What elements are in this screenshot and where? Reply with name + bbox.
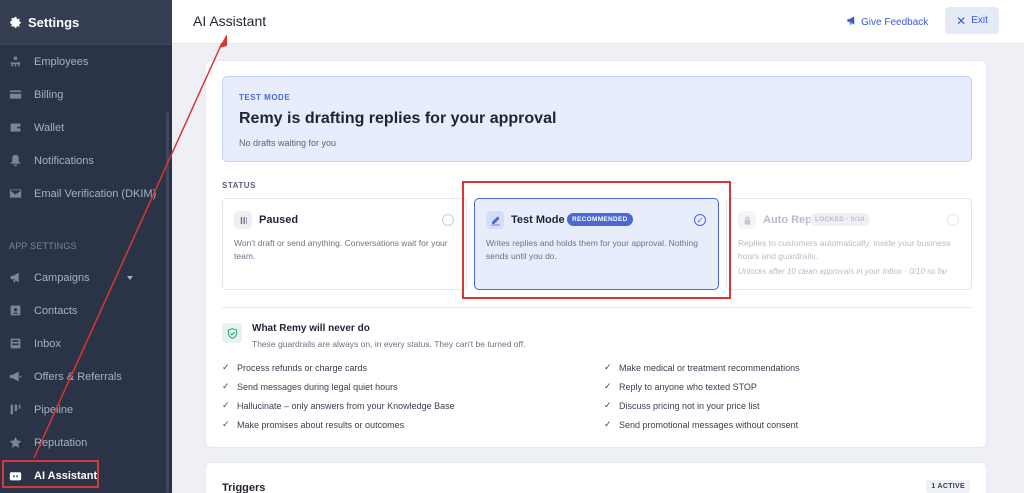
megaphone-icon [846,15,861,29]
close-icon: ✕ [956,13,967,28]
sidebar-header[interactable]: Settings [0,0,172,44]
guardrail-text: Send promotional messages without consen… [619,419,799,430]
triggers-title: Triggers [222,482,266,493]
guardrail-text: Reply to anyone who texted STOP [619,381,757,392]
sidebar-item-label: Notifications [34,154,94,167]
star-icon [8,436,22,450]
banner-headline: Remy is drafting replies for your approv… [239,110,557,127]
chevron-down-icon[interactable] [126,275,133,280]
sidebar-item-label: Employees [34,55,89,68]
sidebar-item-billing[interactable]: Billing [0,78,172,111]
guardrail-text: Discuss pricing not in your price list [619,400,760,411]
active-count-badge: 1 ACTIVE [926,480,970,493]
employees-icon [8,55,22,69]
annotation-highlight-box [2,460,99,488]
sidebar-item-contacts[interactable]: Contacts [0,294,172,327]
sidebar-item-notifications[interactable]: Notifications [0,144,172,177]
guardrails-title: What Remy will never do [252,323,370,334]
banner-subtext: No drafts waiting for you [239,138,337,148]
unlock-note: Unlocks after 10 clean approvals in your… [738,267,947,276]
billing-icon [8,88,22,102]
megaphone-icon [8,271,22,285]
sidebar: Settings Employees Billing Wallet Notifi… [0,0,172,493]
guardrail-item: ✓ Send messages during legal quiet hours [222,381,398,392]
contact-card-icon [8,304,22,318]
triggers-panel: Triggers 1 ACTIVE [205,462,987,493]
sidebar-item-wallet[interactable]: Wallet [0,111,172,144]
guardrails-subtitle: These guardrails are always on, in every… [252,339,526,349]
pause-icon [234,211,252,229]
mail-check-icon [8,187,22,201]
sidebar-item-label: Offers & Referrals [34,370,122,383]
guardrail-item: ✓ Discuss pricing not in your price list [604,400,760,411]
wallet-icon [8,121,22,135]
sidebar-item-label: Wallet [34,121,65,134]
check-icon: ✓ [604,400,612,410]
sidebar-item-label: Campaigns [34,271,90,284]
sidebar-item-reputation[interactable]: Reputation [0,426,172,459]
check-icon: ✓ [604,381,612,391]
status-radio[interactable] [442,214,454,226]
inbox-icon [8,337,22,351]
check-icon: ✓ [222,381,230,391]
exit-button[interactable]: ✕ Exit [945,7,999,34]
check-icon: ✓ [604,419,612,429]
status-card-auto-reply: Auto Reply LOCKED · 0/10 Replies to cust… [726,198,972,290]
section-divider [222,307,972,308]
status-section-label: STATUS [222,181,256,190]
sidebar-item-label: Pipeline [34,403,74,416]
sidebar-item-label: Inbox [34,337,61,350]
status-card-desc: Won't draft or send anything. Conversati… [234,238,448,261]
guardrail-item: ✓ Process refunds or charge cards [222,362,367,373]
sidebar-item-inbox[interactable]: Inbox [0,327,172,360]
locked-badge: LOCKED · 0/10 [810,213,870,226]
status-banner: TEST MODE Remy is drafting replies for y… [222,76,972,162]
sidebar-item-label: Email Verification (DKIM) [34,187,157,200]
guardrail-item: ✓ Send promotional messages without conse… [604,419,798,430]
guardrail-text: Process refunds or charge cards [237,362,368,373]
sidebar-item-campaigns[interactable]: Campaigns [0,261,172,294]
guardrail-item: ✓ Make medical or treatment recommendatio… [604,362,800,373]
check-icon: ✓ [222,419,230,429]
status-card-desc: Replies to customers automatically, insi… [738,238,951,261]
status-radio [947,214,959,226]
guardrail-text: Make promises about results or outcomes [237,419,405,430]
sidebar-item-label: Contacts [34,304,78,317]
sidebar-item-label: Reputation [34,436,88,449]
sidebar-item-employees[interactable]: Employees [0,45,172,78]
check-icon: ✓ [222,400,230,410]
sidebar-scrollbar[interactable] [166,112,169,493]
shield-check-icon [222,323,242,343]
check-icon: ✓ [604,362,612,372]
check-icon: ✓ [222,362,230,372]
exit-label: Exit [971,15,988,26]
guardrail-item: ✓ Hallucinate – only answers from your Kn… [222,400,455,411]
status-card-paused[interactable]: Paused Won't draft or send anything. Con… [222,198,467,290]
sidebar-item-label: Billing [34,88,64,101]
sidebar-item-email-verification[interactable]: Email Verification (DKIM) [0,177,172,210]
gear-icon [9,16,22,29]
give-feedback-button[interactable]: Give Feedback [846,15,928,29]
status-card-title: Paused [259,214,299,226]
offers-icon [8,370,22,384]
guardrail-item: ✓ Reply to anyone who texted STOP [604,381,757,392]
pipeline-icon [8,403,22,417]
sidebar-item-pipeline[interactable]: Pipeline [0,393,172,426]
top-bar: AI Assistant Give Feedback ✕ Exit [172,0,1024,44]
lock-icon [738,211,756,229]
page-title: AI Assistant [193,13,267,29]
sidebar-item-offers-referrals[interactable]: Offers & Referrals [0,360,172,393]
sidebar-section-app-settings: APP SETTINGS [9,241,77,251]
guardrail-text: Hallucinate – only answers from your Kno… [237,400,455,411]
guardrail-item: ✓ Make promises about results or outcomes [222,419,404,430]
annotation-highlight-box [462,181,731,299]
give-feedback-label: Give Feedback [861,16,929,28]
guardrail-text: Send messages during legal quiet hours [237,381,398,392]
bell-icon [8,154,22,168]
guardrail-text: Make medical or treatment recommendation… [619,362,800,373]
banner-mode-label: TEST MODE [239,93,291,102]
sidebar-header-label: Settings [28,14,80,30]
